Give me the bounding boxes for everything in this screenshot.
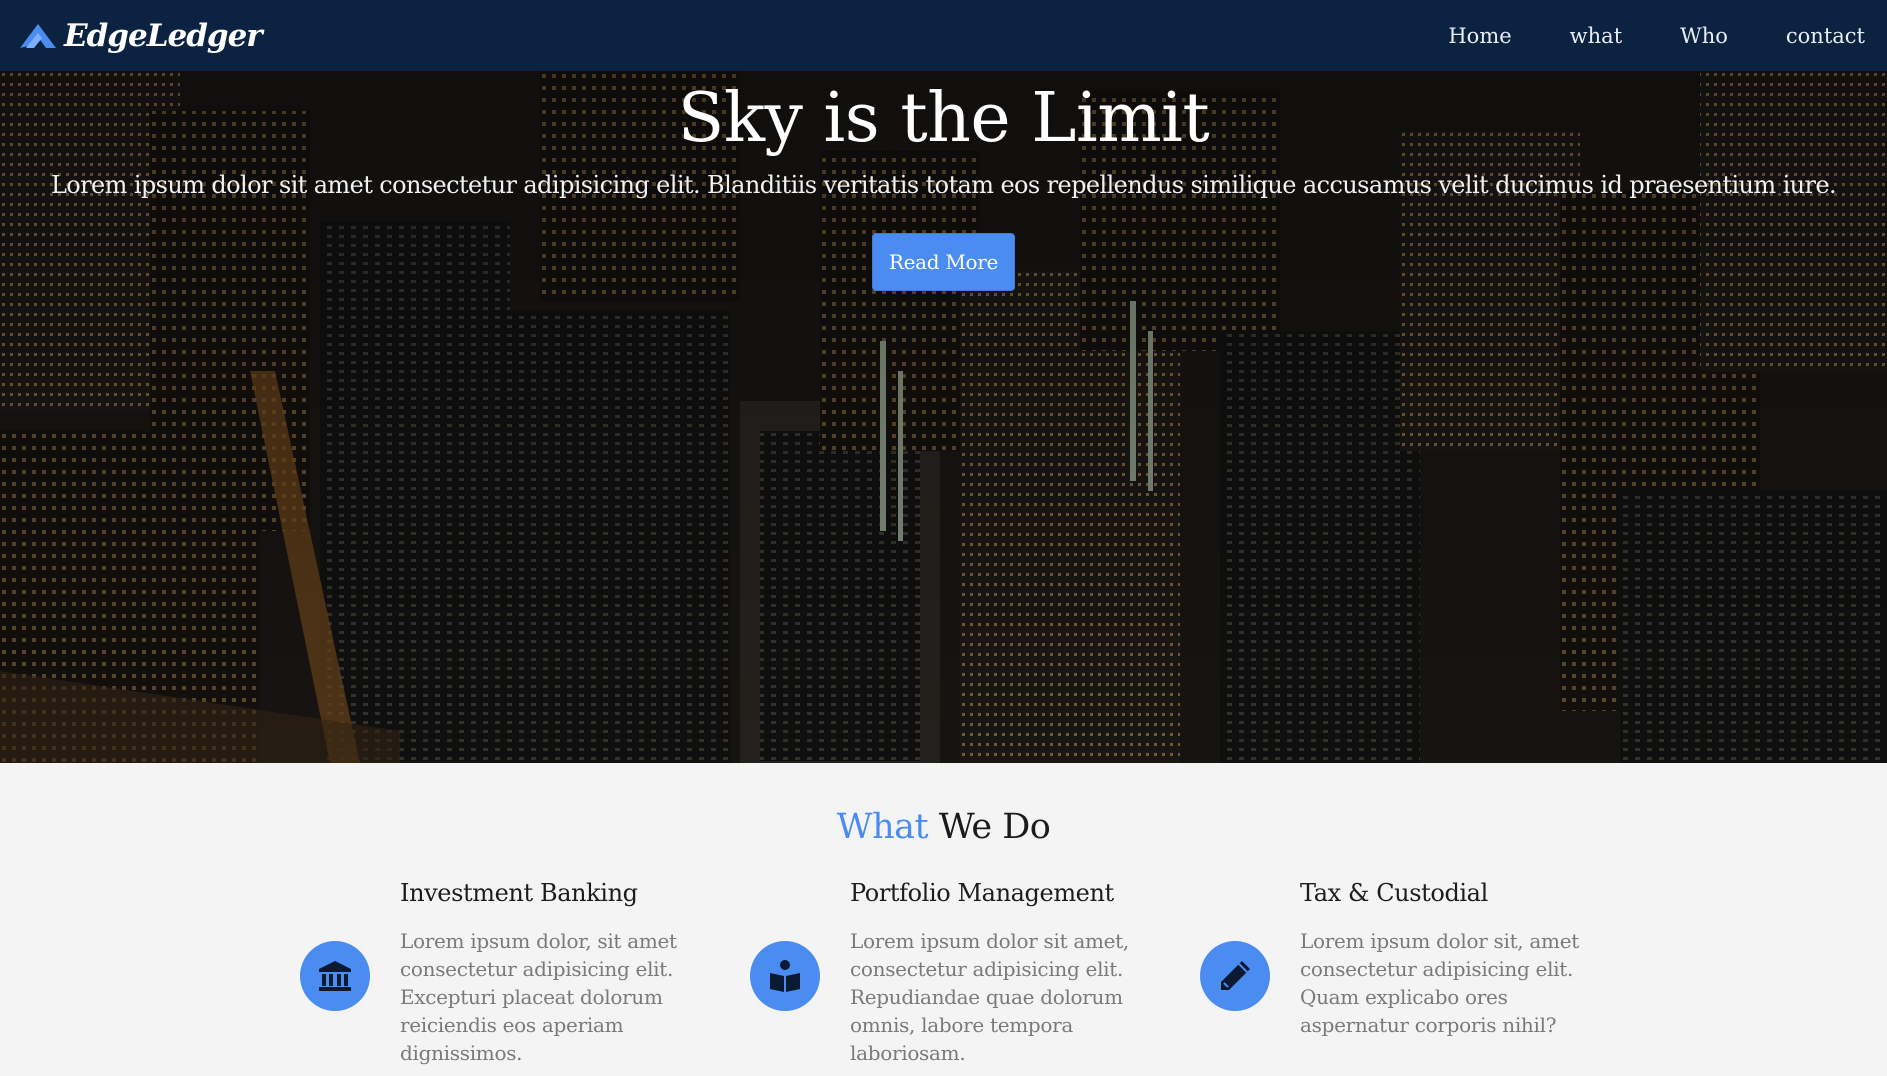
reader-icon <box>770 960 800 992</box>
brand-logo[interactable]: EdgeLedger <box>18 17 263 54</box>
hero-title: Sky is the Limit <box>677 79 1210 158</box>
logo-icon <box>20 23 56 48</box>
feature-icon-circle <box>300 941 370 1011</box>
feature-icon-circle <box>750 941 820 1011</box>
navbar: EdgeLedger Home what Who contact <box>0 0 1887 71</box>
section-title-rest: We Do <box>938 807 1051 847</box>
bank-icon <box>319 961 351 991</box>
nav-item-what[interactable]: what <box>1570 24 1622 48</box>
what-we-do-section: What We Do Investment Banking Lorem ipsu… <box>0 763 1887 1076</box>
nav-item-home[interactable]: Home <box>1448 24 1511 48</box>
feature-title: Tax & Custodial <box>1300 879 1488 907</box>
nav-links: Home what Who contact <box>1390 24 1865 48</box>
nav-item-who[interactable]: Who <box>1680 24 1728 48</box>
nav-item-contact[interactable]: contact <box>1786 24 1865 48</box>
feature-text: Lorem ipsum dolor sit amet, consectetur … <box>850 929 1129 1065</box>
read-more-button[interactable]: Read More <box>871 233 1016 292</box>
pencil-icon <box>1221 961 1250 990</box>
feature-title: Investment Banking <box>400 879 638 907</box>
feature-text: Lorem ipsum dolor, sit amet consectetur … <box>400 929 677 1065</box>
section-title: What We Do <box>0 807 1887 847</box>
brand-name: EdgeLedger <box>64 17 263 54</box>
feature-text: Lorem ipsum dolor sit, amet consectetur … <box>1300 929 1579 1037</box>
feature-title: Portfolio Management <box>850 879 1114 907</box>
hero-section: Sky is the Limit Lorem ipsum dolor sit a… <box>0 71 1887 763</box>
feature-icon-circle <box>1200 941 1270 1011</box>
hero-subtitle: Lorem ipsum dolor sit amet consectetur a… <box>50 171 1837 200</box>
hero-content: Sky is the Limit Lorem ipsum dolor sit a… <box>0 71 1887 292</box>
section-title-accent: What <box>836 807 929 847</box>
